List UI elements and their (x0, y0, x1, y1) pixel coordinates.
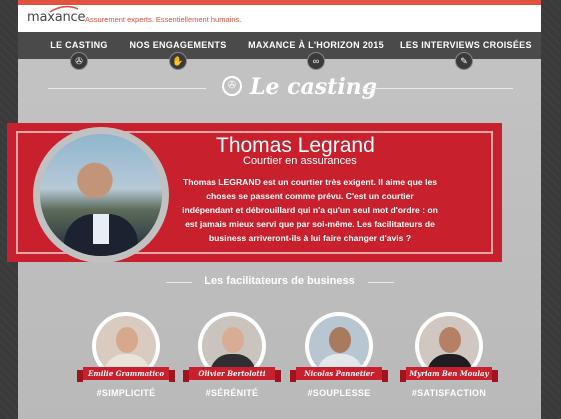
header: maxance Assurement experts. Essentiellem… (18, 5, 541, 32)
facilitators-title: Les facilitateurs de business (204, 275, 355, 287)
nav-item-le-casting[interactable]: LE CASTING ✇ (40, 32, 118, 70)
section-title-row: ✇ Le casting (18, 68, 541, 108)
nav-item-maxance-horizon-2015[interactable]: MAXANCE À L'HORIZON 2015 ∞ (238, 32, 394, 70)
profile-description: Thomas LEGRAND est un courtier très exig… (182, 177, 438, 243)
nav-item-les-interviews-croisees[interactable]: LES INTERVIEWS CROISÉES ✎ (400, 32, 532, 70)
facilitator-hashtag: #SOUPLESSE (307, 388, 371, 398)
divider (368, 282, 394, 283)
nav-label: NOS ENGAGEMENTS (129, 40, 227, 50)
facilitator-hashtag: #SÉRÉNITÉ (205, 388, 259, 398)
facilitator-name-ribbon: Myriam Ben Moulay (400, 367, 498, 382)
photo-face (329, 327, 351, 353)
photo-face (439, 327, 461, 353)
photo-shirt (93, 214, 109, 244)
divider (48, 88, 206, 89)
profile-card: Thomas Legrand Courtier en assurances Th… (7, 123, 502, 263)
film-reel-icon: ✇ (222, 76, 242, 96)
nav-label: LES INTERVIEWS CROISÉES (400, 40, 532, 50)
facilitator-card[interactable]: Nicolas Pannetier #SOUPLESSE (290, 312, 388, 402)
facilitator-hashtag: #SATISFACTION (411, 388, 487, 398)
brand-tagline: Assurement experts. Essentiellement huma… (85, 15, 242, 24)
facilitator-card[interactable]: Emilie Grammatico #SIMPLICITÉ (77, 312, 175, 402)
profile-portrait-frame (33, 127, 169, 263)
maxance-logo[interactable]: maxance (27, 5, 85, 25)
profile-role: Courtier en assurances (243, 155, 357, 167)
facilitator-name-ribbon: Olivier Bertolotti (183, 367, 281, 382)
facilitator-card[interactable]: Myriam Ben Moulay #SATISFACTION (400, 312, 498, 402)
logo-swoosh-icon (49, 5, 79, 13)
photo-face (116, 327, 138, 353)
main-nav: LE CASTING ✇ NOS ENGAGEMENTS ✋ MAXANCE À… (18, 32, 541, 70)
divider (363, 88, 513, 89)
facilitator-card[interactable]: Olivier Bertolotti #SÉRÉNITÉ (183, 312, 281, 402)
profile-photo (40, 134, 162, 256)
page: maxance Assurement experts. Essentiellem… (7, 0, 541, 419)
nav-item-nos-engagements[interactable]: NOS ENGAGEMENTS ✋ (128, 32, 228, 70)
nav-label: MAXANCE À L'HORIZON 2015 (248, 40, 384, 50)
facilitator-name-ribbon: Emilie Grammatico (77, 367, 175, 382)
facilitator-hashtag: #SIMPLICITÉ (96, 388, 156, 398)
photo-face (222, 327, 244, 353)
nav-label: LE CASTING (50, 40, 108, 50)
facilitator-name-ribbon: Nicolas Pannetier (290, 367, 388, 382)
section-title: Le casting (250, 74, 378, 100)
facilitators-title-row: Les facilitateurs de business (18, 272, 541, 292)
